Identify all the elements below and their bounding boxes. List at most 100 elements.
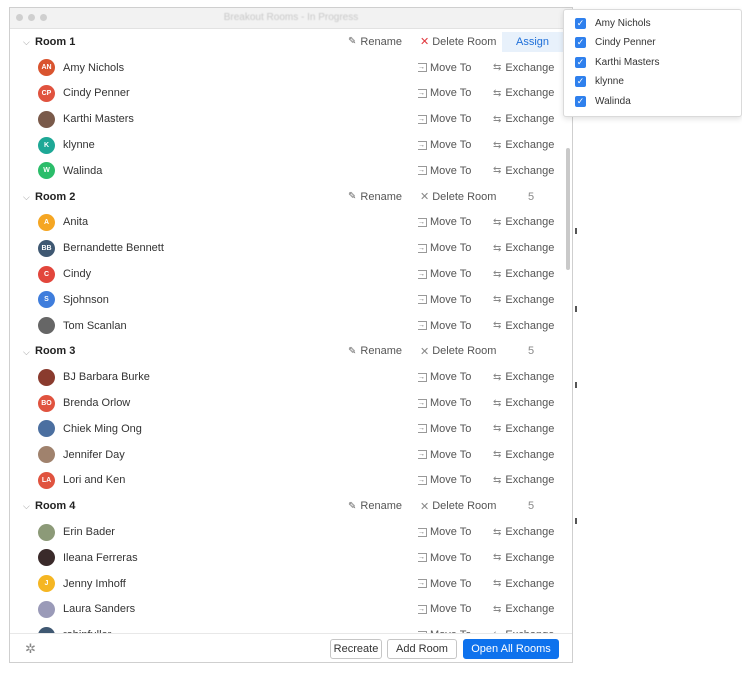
- exchange-button[interactable]: ⇆Exchange: [493, 268, 554, 280]
- exchange-button[interactable]: ⇆Exchange: [493, 397, 554, 409]
- delete-room-label: Delete Room: [432, 345, 497, 358]
- exchange-label: Exchange: [505, 61, 555, 74]
- open-all-rooms-button[interactable]: Open All Rooms: [463, 639, 559, 659]
- move-to-button[interactable]: →Move To: [418, 474, 471, 486]
- move-to-button[interactable]: →Move To: [418, 449, 471, 461]
- avatar: W: [38, 162, 55, 180]
- move-to-button[interactable]: →Move To: [418, 139, 471, 151]
- exchange-label: Exchange: [505, 216, 555, 229]
- chevron-down-icon[interactable]: ⌵: [23, 37, 32, 48]
- exchange-button[interactable]: ⇆Exchange: [493, 578, 554, 590]
- assign-option[interactable]: ✓ Amy Nichols: [575, 14, 651, 32]
- checkbox-checked-icon[interactable]: ✓: [575, 76, 586, 87]
- rename-button[interactable]: ✎Rename: [348, 345, 402, 357]
- delete-room-button[interactable]: ✕Delete Room: [420, 345, 496, 358]
- chevron-down-icon[interactable]: ⌵: [23, 347, 32, 358]
- exchange-icon: ⇆: [493, 113, 502, 125]
- exchange-button[interactable]: ⇆Exchange: [493, 216, 554, 228]
- delete-room-button[interactable]: ✕Delete Room: [420, 500, 496, 513]
- exchange-button[interactable]: ⇆Exchange: [493, 62, 554, 74]
- participant-name: Tom Scanlan: [63, 319, 127, 332]
- move-to-button[interactable]: →Move To: [418, 423, 471, 435]
- move-to-button[interactable]: →Move To: [418, 87, 471, 99]
- chevron-down-icon[interactable]: ⌵: [23, 501, 32, 512]
- move-to-label: Move To: [430, 61, 472, 74]
- exchange-button[interactable]: ⇆Exchange: [493, 474, 554, 486]
- gear-icon[interactable]: ✲: [25, 641, 36, 657]
- exchange-button[interactable]: ⇆Exchange: [493, 423, 554, 435]
- chevron-down-icon[interactable]: ⌵: [23, 192, 32, 203]
- participant-name: Karthi Masters: [63, 113, 134, 126]
- exchange-button[interactable]: ⇆Exchange: [493, 320, 554, 332]
- checkbox-checked-icon[interactable]: ✓: [575, 95, 586, 107]
- exchange-icon: ⇆: [493, 165, 502, 177]
- move-to-button[interactable]: →Move To: [418, 371, 471, 383]
- add-room-button[interactable]: Add Room: [387, 639, 457, 659]
- move-to-label: Move To: [430, 268, 472, 281]
- delete-room-button[interactable]: ✕Delete Room: [420, 190, 496, 204]
- room-list[interactable]: ⌵ Room 1 ✎ Rename ✕ Delete Room Assign AN Amy Ni…: [10, 29, 566, 662]
- room-header[interactable]: ⌵ Room 1 ✎ Rename ✕ Delete Room Assign: [10, 29, 566, 55]
- avatar: A: [38, 213, 55, 231]
- move-to-button[interactable]: →Move To: [418, 165, 471, 177]
- scrollbar[interactable]: [566, 148, 570, 270]
- move-to-button[interactable]: →Move To: [418, 242, 471, 254]
- avatar: [38, 549, 55, 567]
- checkbox-checked-icon[interactable]: ✓: [575, 17, 586, 29]
- rename-button[interactable]: ✎Rename: [348, 36, 402, 48]
- exchange-button[interactable]: ⇆Exchange: [493, 449, 554, 461]
- participant-name: Walinda: [63, 164, 103, 177]
- move-to-button[interactable]: →Move To: [418, 526, 471, 538]
- exchange-button[interactable]: ⇆Exchange: [493, 603, 554, 615]
- assign-option[interactable]: ✓ Walinda: [575, 92, 631, 110]
- move-to-button[interactable]: →Move To: [418, 62, 471, 74]
- move-to-label: Move To: [430, 164, 472, 177]
- avatar: [38, 110, 55, 128]
- room-header[interactable]: ⌵ Room 4 ✎ Rename ✕ Delete Room 5: [10, 493, 566, 519]
- assign-button[interactable]: Assign: [502, 32, 566, 52]
- avatar: [38, 523, 55, 541]
- participant-row: Ileana Ferreras → Move To ⇆ Exchange: [10, 545, 566, 571]
- exchange-button[interactable]: ⇆Exchange: [493, 139, 554, 151]
- move-to-button[interactable]: →Move To: [418, 320, 471, 332]
- room-header[interactable]: ⌵ Room 2 ✎ Rename ✕ Delete Room 5: [10, 184, 566, 210]
- rename-button[interactable]: ✎Rename: [348, 500, 402, 512]
- checkbox-checked-icon[interactable]: ✓: [575, 37, 586, 48]
- exchange-label: Exchange: [505, 397, 555, 410]
- exchange-icon: ⇆: [493, 294, 502, 306]
- assign-option[interactable]: ✓ klynne: [575, 73, 624, 91]
- avatar: [38, 368, 55, 386]
- exchange-button[interactable]: ⇆Exchange: [493, 87, 554, 99]
- move-to-label: Move To: [430, 113, 472, 126]
- exchange-button[interactable]: ⇆Exchange: [493, 242, 554, 254]
- move-to-icon: →: [418, 166, 427, 176]
- move-to-label: Move To: [430, 551, 472, 564]
- exchange-button[interactable]: ⇆Exchange: [493, 294, 554, 306]
- move-to-button[interactable]: →Move To: [418, 552, 471, 564]
- close-icon: ✕: [420, 191, 430, 204]
- move-to-label: Move To: [430, 577, 472, 590]
- room-header[interactable]: ⌵ Room 3 ✎ Rename ✕ Delete Room 5: [10, 339, 566, 365]
- recreate-button[interactable]: Recreate: [330, 639, 382, 659]
- exchange-icon: ⇆: [493, 242, 502, 254]
- exchange-button[interactable]: ⇆Exchange: [493, 371, 554, 383]
- exchange-button[interactable]: ⇆Exchange: [493, 552, 554, 564]
- checkbox-checked-icon[interactable]: ✓: [575, 56, 586, 68]
- move-to-icon: →: [418, 243, 427, 253]
- move-to-button[interactable]: →Move To: [418, 294, 471, 306]
- move-to-button[interactable]: →Move To: [418, 603, 471, 615]
- move-to-button[interactable]: →Move To: [418, 578, 471, 590]
- rename-button[interactable]: ✎Rename: [348, 191, 402, 203]
- exchange-button[interactable]: ⇆Exchange: [493, 526, 554, 538]
- move-to-button[interactable]: →Move To: [418, 216, 471, 228]
- exchange-button[interactable]: ⇆Exchange: [493, 113, 554, 125]
- move-to-button[interactable]: →Move To: [418, 113, 471, 125]
- assign-option[interactable]: ✓ Cindy Penner: [575, 34, 656, 52]
- move-to-button[interactable]: →Move To: [418, 268, 471, 280]
- assign-option[interactable]: ✓ Karthi Masters: [575, 53, 659, 71]
- move-to-button[interactable]: →Move To: [418, 397, 471, 409]
- delete-room-button[interactable]: ✕Delete Room: [420, 35, 496, 49]
- move-to-icon: →: [418, 553, 427, 563]
- exchange-button[interactable]: ⇆Exchange: [493, 165, 554, 177]
- move-to-label: Move To: [430, 397, 472, 410]
